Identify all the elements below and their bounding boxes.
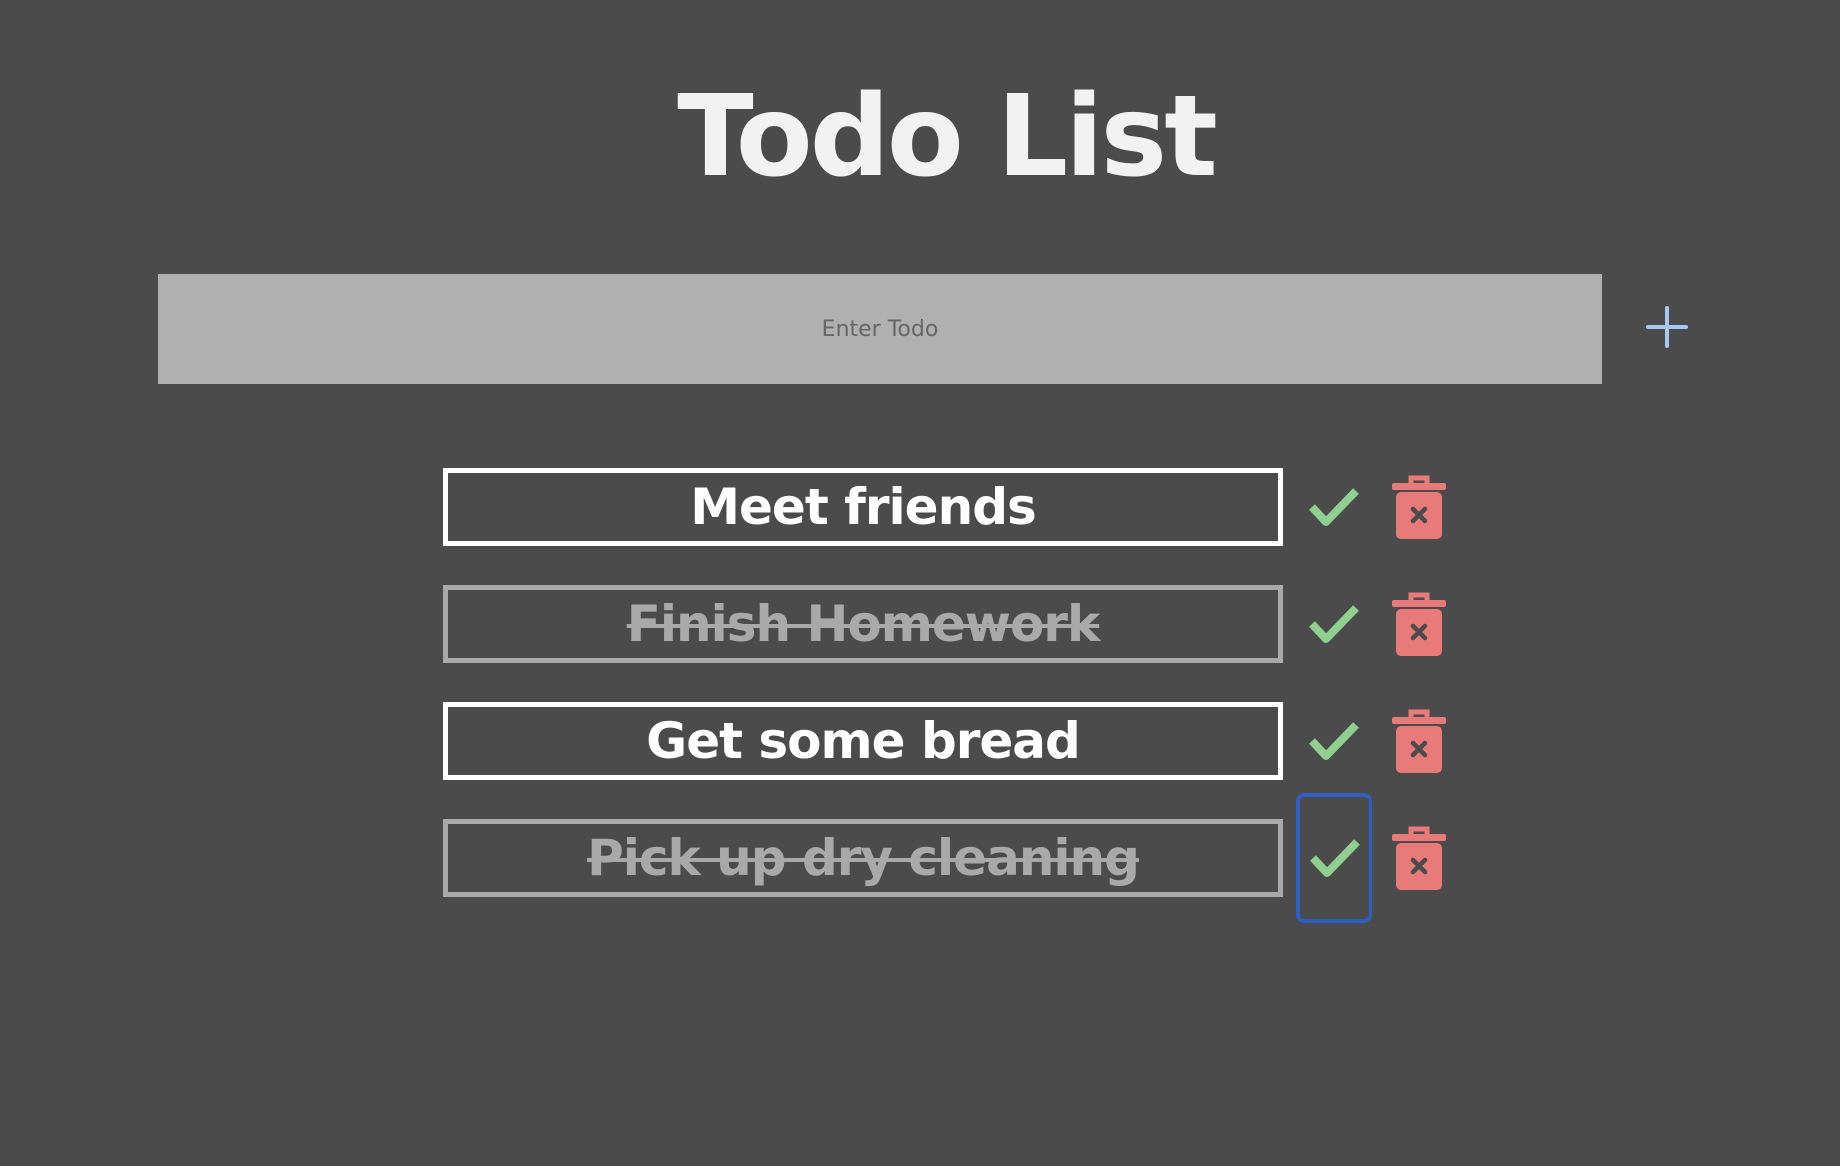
complete-todo-button[interactable]	[1296, 676, 1372, 806]
plus-icon	[1646, 306, 1688, 348]
complete-todo-button[interactable]	[1296, 442, 1372, 572]
delete-todo-button[interactable]	[1389, 589, 1449, 659]
add-todo-button[interactable]	[1640, 300, 1694, 354]
todo-item: Finish Homework	[443, 585, 1446, 663]
todo-item: Meet friends	[443, 468, 1446, 546]
todo-input[interactable]	[158, 274, 1602, 384]
trash-icon	[1392, 709, 1446, 773]
complete-todo-button[interactable]	[1296, 793, 1372, 923]
todo-app: Todo List Meet friends	[0, 0, 1840, 1166]
todo-text: Get some bread	[443, 702, 1283, 780]
delete-todo-button[interactable]	[1389, 823, 1449, 893]
todo-text: Pick up dry cleaning	[443, 819, 1283, 897]
check-icon	[1309, 488, 1359, 526]
todo-list: Meet friends Finish Homework Get some br…	[443, 468, 1446, 936]
delete-todo-button[interactable]	[1389, 706, 1449, 776]
todo-text: Meet friends	[443, 468, 1283, 546]
delete-todo-button[interactable]	[1389, 472, 1449, 542]
trash-icon	[1392, 826, 1446, 890]
page-title: Todo List	[677, 72, 1218, 202]
trash-icon	[1392, 592, 1446, 656]
todo-text: Finish Homework	[443, 585, 1283, 663]
todo-item: Pick up dry cleaning	[443, 793, 1446, 923]
check-icon	[1309, 839, 1360, 877]
trash-icon	[1392, 475, 1446, 539]
check-icon	[1309, 722, 1359, 760]
check-icon	[1309, 605, 1359, 643]
complete-todo-button[interactable]	[1296, 559, 1372, 689]
todo-item: Get some bread	[443, 702, 1446, 780]
